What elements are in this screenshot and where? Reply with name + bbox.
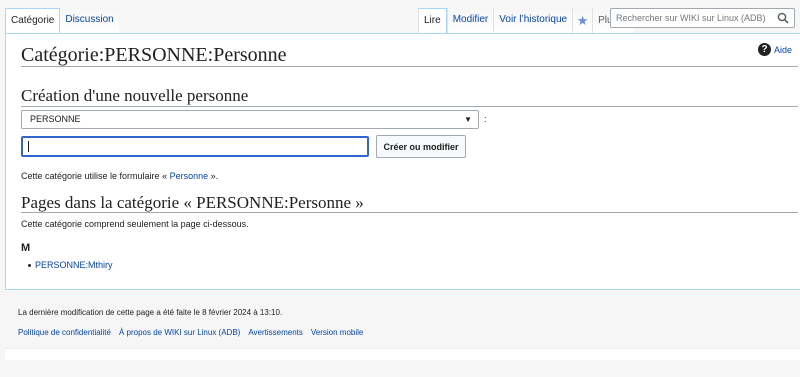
bottom-bar	[5, 348, 800, 360]
form-note-suffix: ».	[210, 171, 219, 181]
last-modified: La dernière modification de cette page a…	[18, 308, 283, 317]
form-link[interactable]: Personne	[170, 171, 209, 181]
help-link[interactable]: ? Aide	[758, 43, 792, 56]
chevron-down-icon: ▼	[464, 115, 472, 124]
pages-heading-divider	[21, 212, 798, 213]
footer-link-privacy[interactable]: Politique de confidentialité	[18, 328, 111, 337]
form-note-prefix: Cette catégorie utilise le formulaire «	[21, 171, 168, 181]
group-letter: M	[21, 242, 31, 254]
main-content: Catégorie:PERSONNE:Personne ? Aide Créat…	[5, 33, 800, 290]
form-select[interactable]: PERSONNE ▼	[21, 110, 479, 129]
bullet	[28, 263, 31, 267]
form-heading: Création d'une nouvelle personne	[21, 86, 249, 105]
search-icon[interactable]	[777, 12, 789, 24]
form-note: Cette catégorie utilise le formulaire « …	[21, 171, 218, 181]
search-placeholder: Rechercher sur WIKI sur Linux (ADB)	[616, 13, 766, 23]
page-name-input[interactable]	[21, 136, 369, 157]
page-header: Catégorie Discussion Lire Modifier Voir …	[0, 0, 800, 34]
pages-heading: Pages dans la catégorie « PERSONNE:Perso…	[21, 193, 364, 212]
form-heading-divider	[21, 106, 798, 107]
form-select-value: PERSONNE	[30, 114, 81, 124]
footer-link-mobile[interactable]: Version mobile	[311, 328, 363, 337]
help-label: Aide	[774, 44, 793, 55]
page-link[interactable]: PERSONNE:Mthiry	[35, 260, 113, 270]
tab-read[interactable]: Lire	[418, 8, 447, 34]
tab-history[interactable]: Voir l’historique	[493, 8, 573, 34]
text-caret	[28, 141, 29, 152]
help-icon: ?	[758, 43, 771, 56]
create-or-edit-button[interactable]: Créer ou modifier	[376, 135, 466, 158]
footer-link-disclaimers[interactable]: Avertissements	[248, 328, 303, 337]
select-colon: :	[484, 114, 487, 124]
namespace-tabs: Catégorie Discussion	[5, 8, 119, 34]
search-input[interactable]: Rechercher sur WIKI sur Linux (ADB)	[610, 8, 795, 28]
list-item: PERSONNE:Mthiry	[28, 260, 113, 270]
tab-discussion[interactable]: Discussion	[60, 8, 119, 34]
footer-links: Politique de confidentialité À propos de…	[18, 328, 363, 337]
footer-link-about[interactable]: À propos de WIKI sur Linux (ADB)	[119, 328, 240, 337]
tab-edit[interactable]: Modifier	[446, 8, 494, 34]
pages-description: Cette catégorie comprend seulement la pa…	[21, 219, 249, 229]
view-tabs: Lire Modifier Voir l’historique ★ Plus ▼	[418, 8, 635, 34]
tab-categorie[interactable]: Catégorie	[5, 8, 61, 34]
page-title: Catégorie:PERSONNE:Personne	[21, 44, 287, 66]
title-divider	[21, 66, 798, 67]
watch-star-icon[interactable]: ★	[572, 8, 593, 34]
